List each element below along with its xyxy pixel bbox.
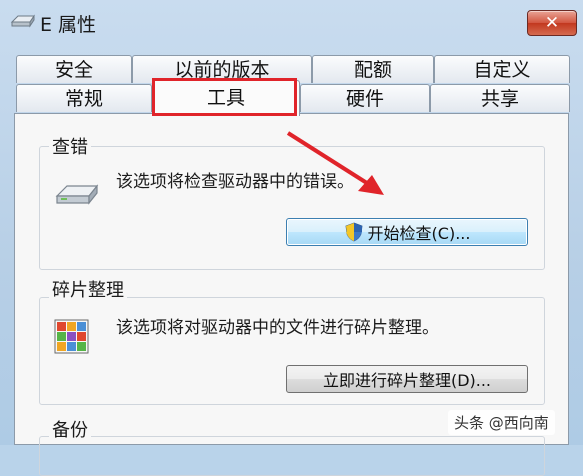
title-bar: E 属性 ✕	[0, 0, 583, 44]
watermark-text: 头条 @西向南	[448, 410, 555, 435]
backup-title: 备份	[49, 416, 91, 442]
hard-drive-icon	[55, 184, 99, 205]
close-icon: ✕	[544, 13, 560, 33]
start-check-button[interactable]: 开始检查(C)...	[286, 218, 528, 246]
uac-shield-icon	[345, 222, 362, 242]
defrag-now-label: 立即进行碎片整理(D)...	[322, 371, 492, 390]
start-check-label: 开始检查(C)...	[367, 224, 471, 243]
defrag-icon	[54, 319, 89, 354]
annotation-highlight-box	[152, 78, 297, 116]
defrag-description: 该选项将对驱动器中的文件进行碎片整理。	[116, 318, 439, 338]
tab-sharing[interactable]: 共享	[430, 84, 570, 112]
tab-security[interactable]: 安全	[16, 55, 132, 83]
close-button[interactable]: ✕	[527, 10, 577, 36]
tab-customize[interactable]: 自定义	[434, 55, 570, 83]
window-title: E 属性	[40, 14, 97, 36]
defrag-now-button[interactable]: 立即进行碎片整理(D)...	[286, 365, 528, 393]
backup-group	[39, 436, 545, 476]
properties-window: E 属性 ✕ 安全 以前的版本 配额 自定义 常规 硬件 共享 查错 该选项将检…	[0, 0, 583, 476]
tab-quota[interactable]: 配额	[312, 55, 434, 83]
tab-hardware[interactable]: 硬件	[300, 84, 430, 112]
defrag-title: 碎片整理	[49, 276, 127, 302]
error-check-title: 查错	[49, 133, 91, 159]
tab-general[interactable]: 常规	[16, 84, 152, 112]
drive-icon	[10, 14, 35, 28]
annotation-arrow-icon	[286, 131, 384, 195]
